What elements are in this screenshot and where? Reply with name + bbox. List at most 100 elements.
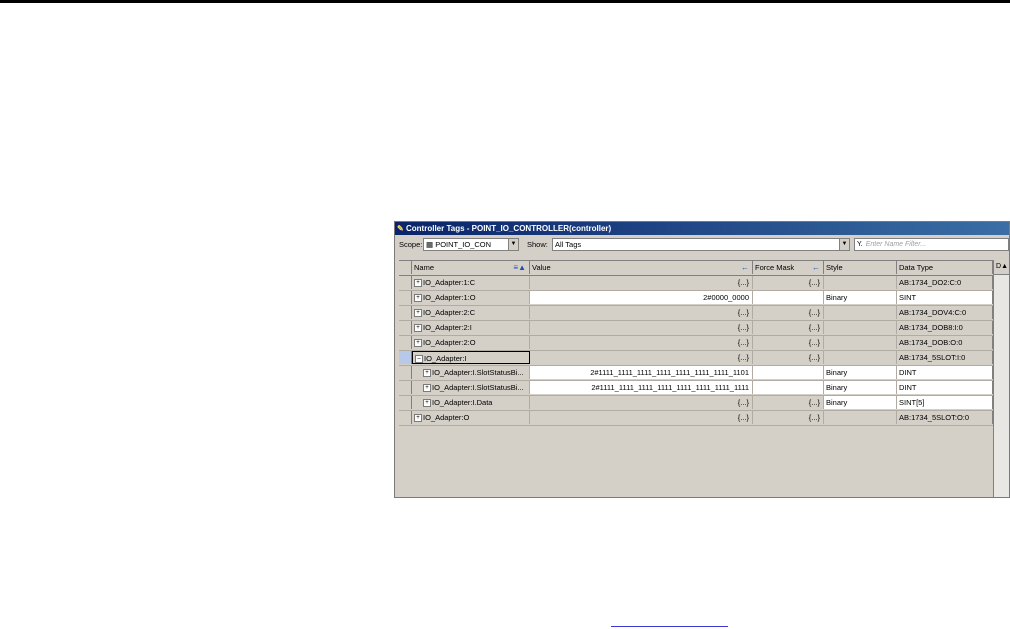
scope-dropdown[interactable]: ▦ POINT_IO_CON ▼ (423, 238, 519, 251)
show-dropdown[interactable]: All Tags ▼ (552, 238, 850, 251)
vertical-scrollbar[interactable]: D▲ (993, 260, 1009, 497)
expand-plus-icon[interactable]: + (423, 369, 431, 378)
row-selector[interactable] (399, 396, 412, 409)
table-row[interactable]: + IO_Adapter:O {...} {...} AB:1734_5SLOT:… (399, 411, 993, 426)
data-type-cell[interactable]: AB:1734_DO2:C:0 (897, 276, 993, 289)
header-extra-label: D (996, 263, 1002, 270)
row-selector[interactable] (399, 381, 412, 394)
row-selector[interactable] (399, 336, 412, 349)
name-filter-input[interactable]: Y. Enter Name Filter... (854, 238, 1009, 251)
row-selector[interactable] (399, 291, 412, 304)
tag-name-cell[interactable]: + IO_Adapter:I.SlotStatusBi... (412, 366, 530, 379)
row-selector[interactable] (399, 411, 412, 424)
row-selector[interactable] (399, 351, 412, 364)
force-mask-cell[interactable]: {...} (753, 351, 824, 364)
header-name[interactable]: Name ≡▲ (412, 261, 530, 274)
expand-plus-icon[interactable]: + (414, 309, 422, 318)
table-row[interactable]: + IO_Adapter:I.SlotStatusBi... 2#1111_111… (399, 366, 993, 381)
tag-value-cell[interactable]: {...} (530, 306, 753, 319)
table-row[interactable]: + IO_Adapter:I.Data {...} {...} Binary SI… (399, 396, 993, 411)
tag-name-cell[interactable]: – IO_Adapter:I (412, 351, 530, 364)
tag-value-cell[interactable]: {...} (530, 411, 753, 424)
tag-value-cell[interactable]: {...} (530, 351, 753, 364)
data-type-cell[interactable]: AB:1734_DOB:O:0 (897, 336, 993, 349)
chevron-down-icon[interactable]: ▼ (508, 239, 518, 250)
table-row-selected[interactable]: – IO_Adapter:I {...} {...} AB:1734_5SLOT:… (399, 351, 993, 366)
tag-value-cell[interactable]: 2#0000_0000 (530, 291, 753, 304)
row-selector[interactable] (399, 306, 412, 319)
force-mask-cell[interactable]: {...} (753, 276, 824, 289)
table-row[interactable]: + IO_Adapter:2:C {...} {...} AB:1734_DOV4… (399, 306, 993, 321)
sort-arrow-icon[interactable]: ≡▲ (513, 261, 526, 274)
collapse-minus-icon[interactable]: – (415, 355, 423, 363)
tag-name-cell[interactable]: + IO_Adapter:I.SlotStatusBi... (412, 381, 530, 394)
tag-name-cell[interactable]: + IO_Adapter:I.Data (412, 396, 530, 409)
style-cell[interactable] (824, 306, 897, 319)
expand-plus-icon[interactable]: + (414, 279, 422, 288)
window-title: Controller Tags - POINT_IO_CONTROLLER(co… (406, 224, 612, 233)
tag-value-cell[interactable]: {...} (530, 276, 753, 289)
tag-value-cell[interactable]: 2#1111_1111_1111_1111_1111_1111_1111_111… (530, 381, 753, 394)
style-cell[interactable] (824, 336, 897, 349)
style-cell[interactable]: Binary (824, 291, 897, 304)
row-selector[interactable] (399, 321, 412, 334)
style-cell[interactable] (824, 276, 897, 289)
expand-plus-icon[interactable]: + (414, 324, 422, 333)
style-cell[interactable]: Binary (824, 381, 897, 394)
data-type-cell[interactable]: AB:1734_DOB8:I:0 (897, 321, 993, 334)
table-row[interactable]: + IO_Adapter:2:I {...} {...} AB:1734_DOB8… (399, 321, 993, 336)
tag-name-cell[interactable]: + IO_Adapter:2:O (412, 336, 530, 349)
scroll-up-icon[interactable]: D▲ (994, 260, 1009, 275)
header-force-mask[interactable]: Force Mask ← (753, 261, 824, 274)
force-mask-cell[interactable]: {...} (753, 321, 824, 334)
data-type-cell[interactable]: SINT (897, 291, 993, 304)
data-type-cell[interactable]: DINT (897, 366, 993, 379)
data-type-cell[interactable]: AB:1734_5SLOT:O:0 (897, 411, 993, 424)
expand-plus-icon[interactable]: + (423, 399, 431, 408)
tag-value-cell[interactable]: {...} (530, 321, 753, 334)
expand-plus-icon[interactable]: + (414, 339, 422, 348)
window-icon: ✎ (397, 224, 404, 233)
expand-plus-icon[interactable]: + (414, 414, 422, 423)
force-mask-cell[interactable]: {...} (753, 396, 824, 409)
header-data-type[interactable]: Data Type (897, 261, 993, 274)
row-selector[interactable] (399, 276, 412, 289)
style-cell[interactable]: Binary (824, 396, 897, 409)
table-row[interactable]: + IO_Adapter:I.SlotStatusBi... 2#1111_111… (399, 381, 993, 396)
table-row[interactable]: + IO_Adapter:1:C {...} {...} AB:1734_DO2:… (399, 276, 993, 291)
tag-name-cell[interactable]: + IO_Adapter:1:C (412, 276, 530, 289)
row-selector[interactable] (399, 366, 412, 379)
force-mask-cell[interactable]: {...} (753, 411, 824, 424)
style-cell[interactable] (824, 351, 897, 364)
expand-plus-icon[interactable]: + (423, 384, 431, 393)
style-cell[interactable] (824, 411, 897, 424)
window-titlebar[interactable]: ✎ Controller Tags - POINT_IO_CONTROLLER(c… (395, 222, 1009, 235)
data-type-cell[interactable]: AB:1734_DOV4:C:0 (897, 306, 993, 319)
tag-name-cell[interactable]: + IO_Adapter:2:I (412, 321, 530, 334)
footer-link-underline[interactable] (611, 626, 728, 627)
force-mask-cell[interactable]: {...} (753, 336, 824, 349)
table-row[interactable]: + IO_Adapter:1:O 2#0000_0000 Binary SINT (399, 291, 993, 306)
force-mask-cell[interactable] (753, 381, 824, 394)
expand-plus-icon[interactable]: + (414, 294, 422, 303)
force-mask-cell[interactable]: {...} (753, 306, 824, 319)
tag-name-cell[interactable]: + IO_Adapter:O (412, 411, 530, 424)
data-type-cell[interactable]: DINT (897, 381, 993, 394)
controller-icon: ▦ (426, 240, 434, 249)
header-style[interactable]: Style (824, 261, 897, 274)
tag-name-cell[interactable]: + IO_Adapter:1:O (412, 291, 530, 304)
tag-value-cell[interactable]: {...} (530, 396, 753, 409)
style-cell[interactable]: Binary (824, 366, 897, 379)
data-type-cell[interactable]: AB:1734_5SLOT:I:0 (897, 351, 993, 364)
force-mask-cell[interactable] (753, 291, 824, 304)
header-value[interactable]: Value ← (530, 261, 753, 274)
force-mask-cell[interactable] (753, 366, 824, 379)
style-cell[interactable] (824, 321, 897, 334)
data-type-cell[interactable]: SINT[5] (897, 396, 993, 409)
chevron-down-icon[interactable]: ▼ (839, 239, 849, 250)
tag-value-cell[interactable]: {...} (530, 336, 753, 349)
tag-name-cell[interactable]: + IO_Adapter:2:C (412, 306, 530, 319)
tag-value-cell[interactable]: 2#1111_1111_1111_1111_1111_1111_1111_110… (530, 366, 753, 379)
toolbar: Scope: ▦ POINT_IO_CON ▼ Show: All Tags ▼… (395, 235, 1009, 255)
table-row[interactable]: + IO_Adapter:2:O {...} {...} AB:1734_DOB:… (399, 336, 993, 351)
